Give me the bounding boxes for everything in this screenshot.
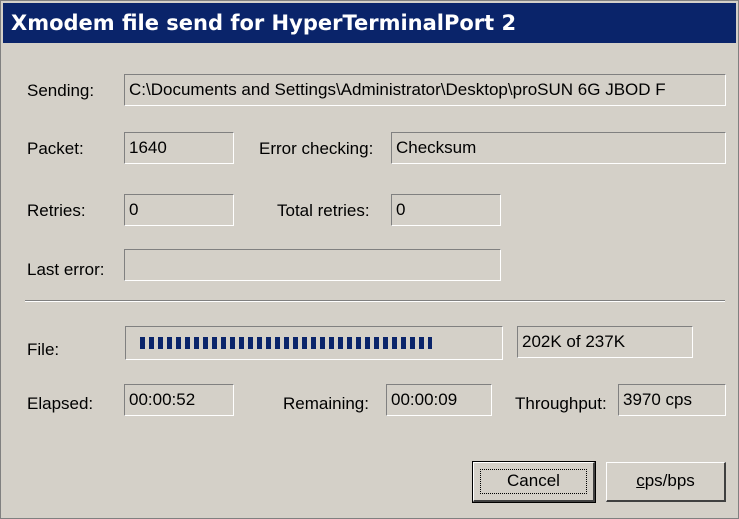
error-checking-label: Error checking: xyxy=(259,139,374,158)
cps-bps-button[interactable]: cps/bps xyxy=(606,462,726,502)
throughput-field: 3970 cps xyxy=(618,384,726,416)
window-title[interactable]: Xmodem file send for HyperTerminalPort 2 xyxy=(3,3,736,43)
file-progress-text: 202K of 237K xyxy=(517,326,693,358)
sending-field: C:\Documents and Settings\Administrator\… xyxy=(124,74,726,106)
cancel-button[interactable]: Cancel xyxy=(472,461,596,503)
retries-label: Retries: xyxy=(27,201,86,220)
elapsed-field: 00:00:52 xyxy=(124,384,234,416)
retries-field: 0 xyxy=(124,194,234,226)
last-error-field xyxy=(124,249,501,281)
remaining-field: 00:00:09 xyxy=(386,384,492,416)
error-checking-field: Checksum xyxy=(391,132,726,164)
file-label: File: xyxy=(27,340,60,359)
cancel-button-label: Cancel xyxy=(507,471,560,490)
cps-bps-accel: c xyxy=(636,471,645,490)
cps-bps-button-label: cps/bps xyxy=(636,471,695,490)
remaining-label: Remaining: xyxy=(283,394,369,413)
file-progress-fill xyxy=(140,337,433,349)
elapsed-label: Elapsed: xyxy=(27,394,94,413)
packet-field: 1640 xyxy=(124,132,234,164)
total-retries-field: 0 xyxy=(391,194,501,226)
xmodem-dialog: Xmodem file send for HyperTerminalPort 2… xyxy=(0,0,739,519)
packet-label: Packet: xyxy=(27,139,84,158)
cps-bps-rest: ps/bps xyxy=(644,471,695,490)
sending-label: Sending: xyxy=(27,81,95,100)
throughput-label: Throughput: xyxy=(515,394,607,413)
total-retries-label: Total retries: xyxy=(277,201,370,220)
last-error-label: Last error: xyxy=(27,260,105,279)
file-progress-bar xyxy=(125,326,503,360)
separator xyxy=(25,300,725,302)
